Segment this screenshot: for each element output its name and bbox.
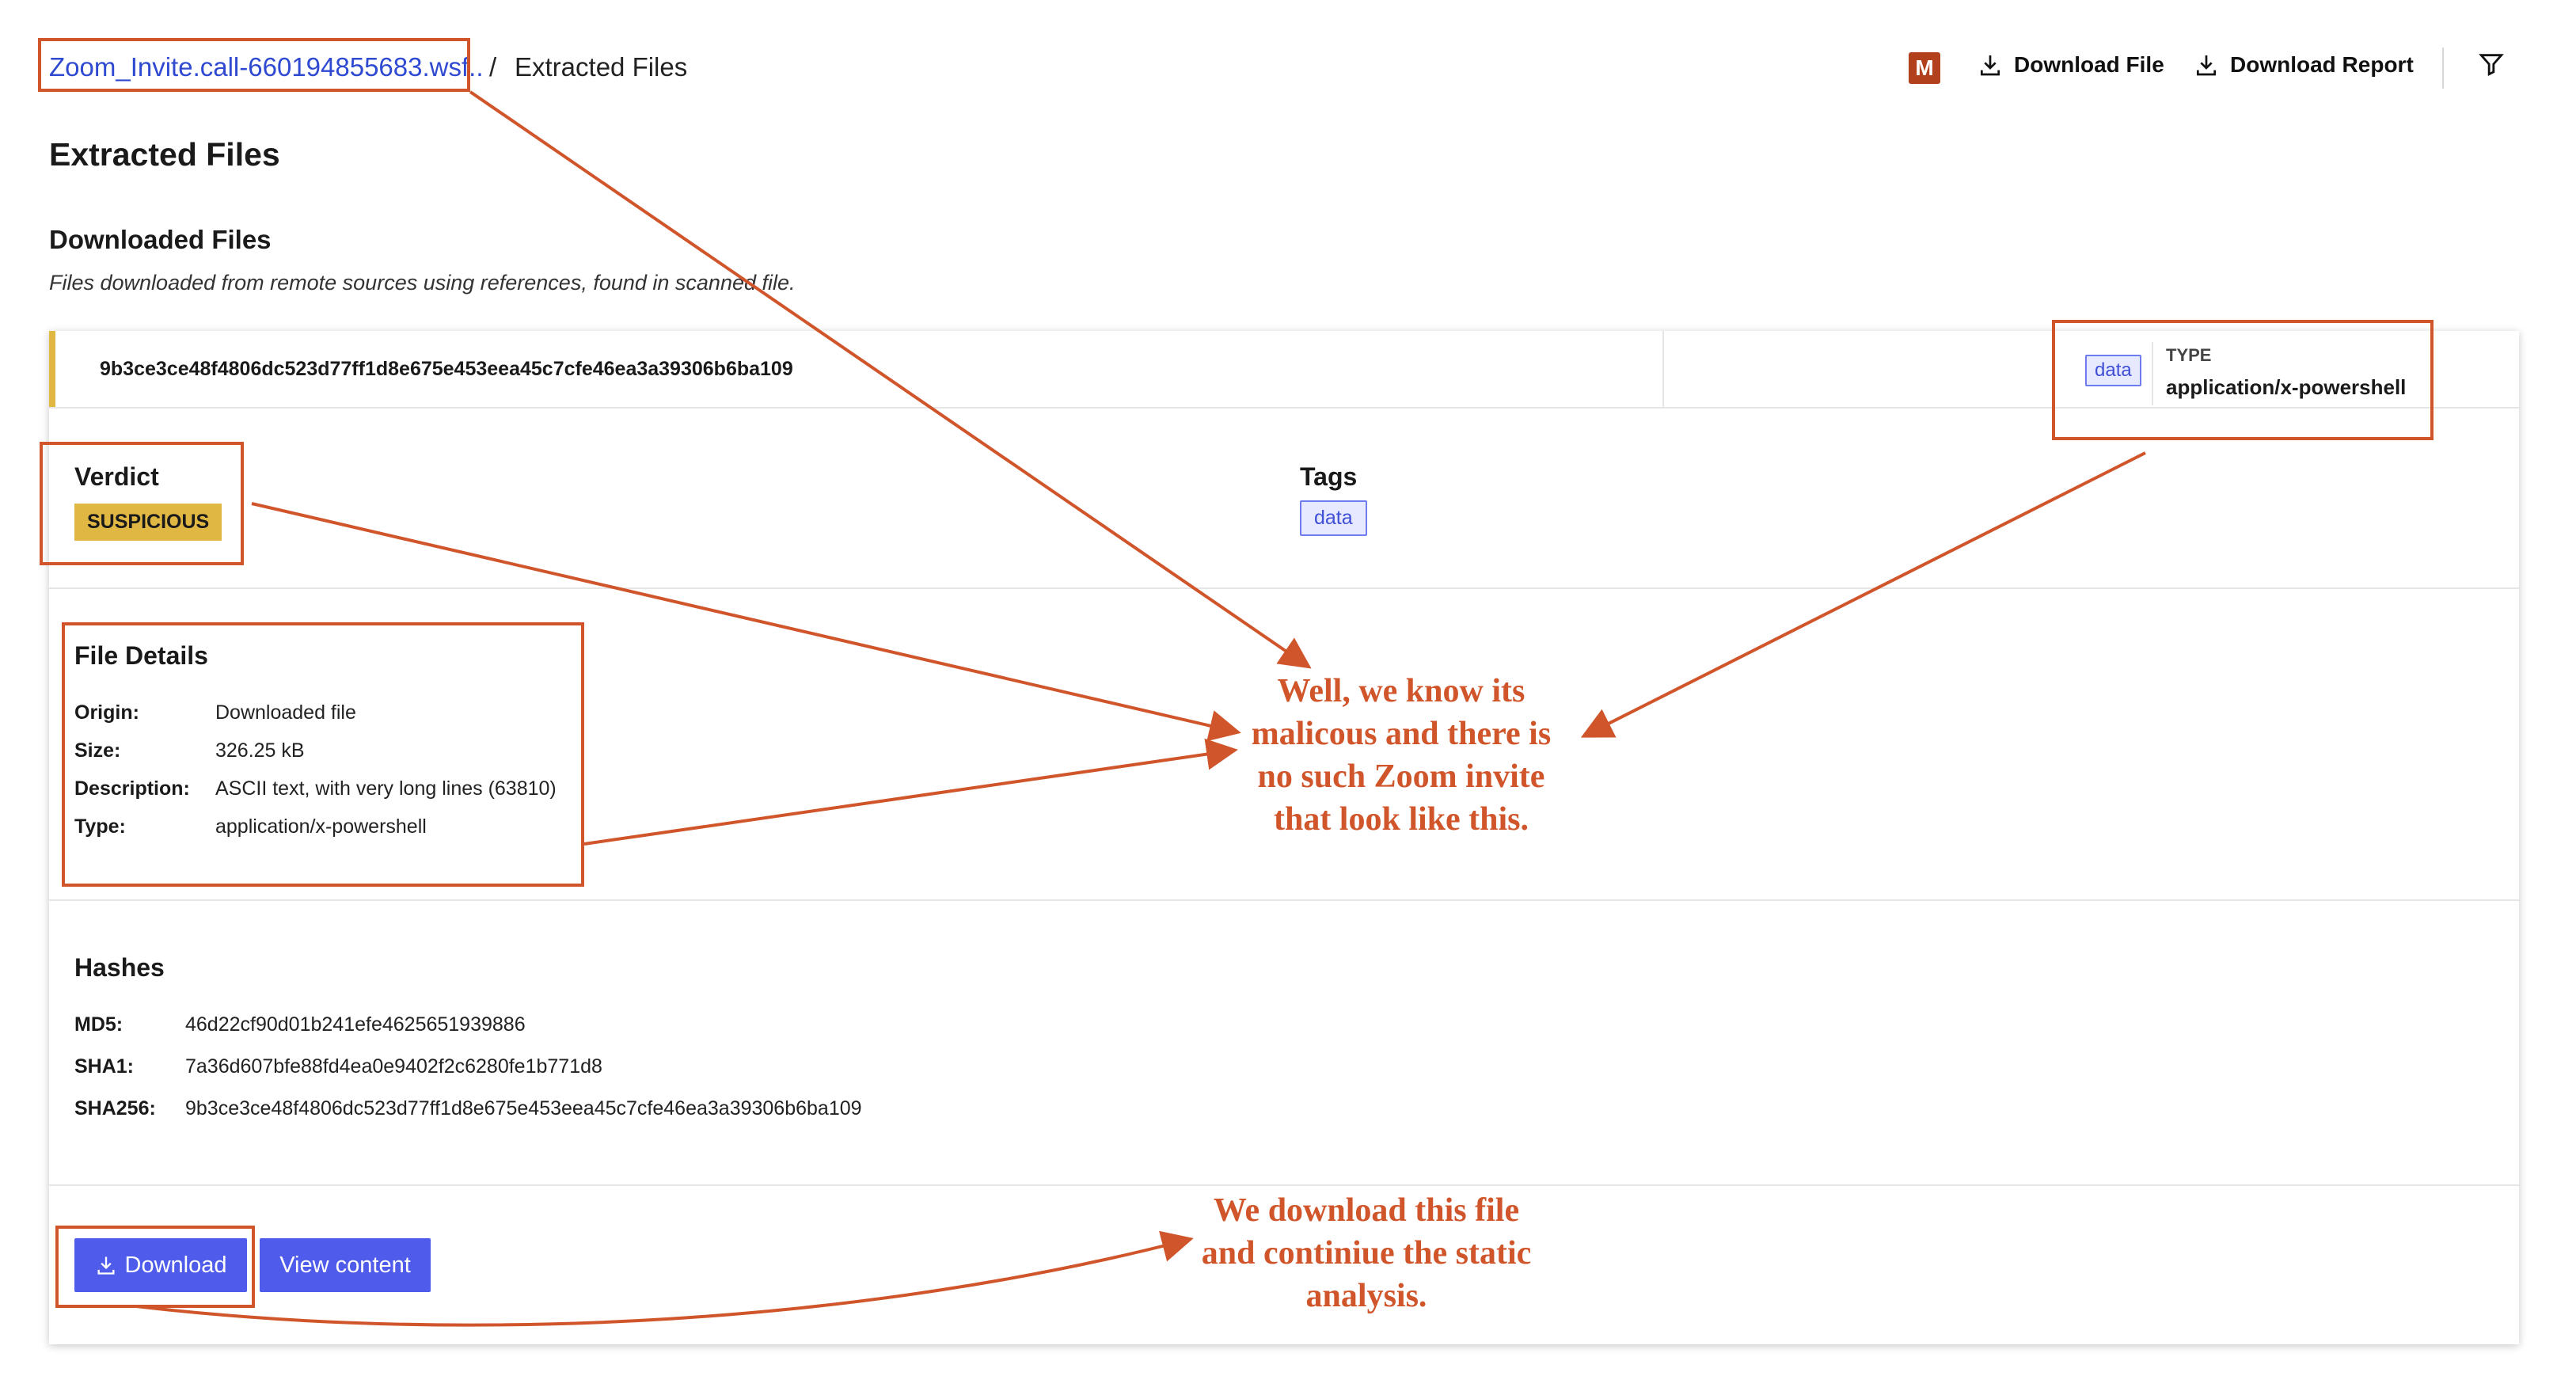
annotation-line: and continiue the static <box>1201 1235 1532 1271</box>
arrow-details <box>583 738 1238 846</box>
annotation-line: analysis. <box>1305 1278 1427 1314</box>
arrow-breadcrumb <box>469 90 1312 669</box>
annotation-note-malicious: Well, we know its malicous and there is … <box>1164 670 1639 841</box>
annotation-line: Well, we know its <box>1277 673 1525 709</box>
annotation-line: no such Zoom invite <box>1257 758 1545 795</box>
annotation-note-download: We download this file and continiue the … <box>1129 1189 1604 1317</box>
annotation-line: malicous and there is <box>1251 716 1552 752</box>
arrow-verdict <box>251 502 1241 742</box>
annotation-line: We download this file <box>1213 1192 1520 1229</box>
arrow-download <box>135 1230 1194 1327</box>
annotation-line: that look like this. <box>1273 801 1529 838</box>
arrow-type <box>1580 451 2146 738</box>
